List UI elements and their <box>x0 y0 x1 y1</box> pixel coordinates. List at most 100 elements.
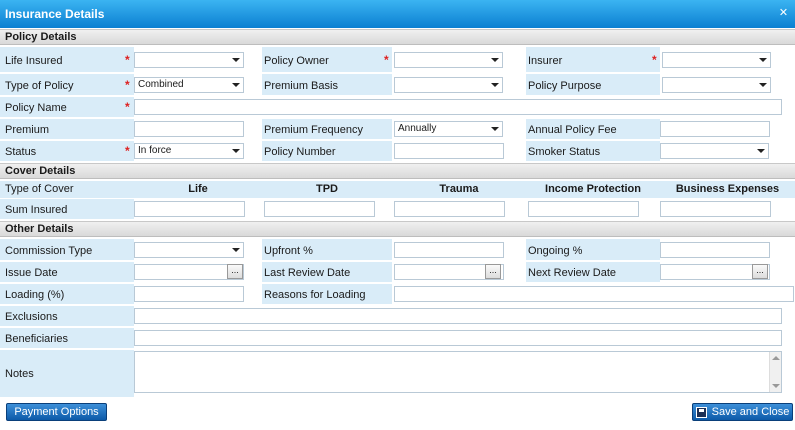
row-exclusions: Exclusions <box>0 306 795 327</box>
sum-insured-business-expenses-input[interactable] <box>660 201 771 217</box>
label-policy-owner: Policy Owner <box>264 55 329 67</box>
chevron-down-icon <box>232 149 240 153</box>
dialog-title: Insurance Details <box>5 7 105 21</box>
label-premium-basis: Premium Basis <box>264 80 338 92</box>
section-other-details: Other Details <box>0 221 795 237</box>
label-policy-name: Policy Name <box>5 102 67 114</box>
row-beneficiaries: Beneficiaries <box>0 328 795 349</box>
section-cover-details: Cover Details <box>0 163 795 179</box>
row-premium: Premium Premium Frequency Annually Annua… <box>0 119 795 140</box>
chevron-down-icon <box>232 248 240 252</box>
beneficiaries-input[interactable] <box>134 330 782 346</box>
policy-name-input[interactable] <box>134 99 782 115</box>
type-of-policy-select[interactable]: Combined <box>134 77 244 93</box>
close-icon[interactable]: ✕ <box>778 8 789 19</box>
label-status: Status <box>5 146 37 158</box>
policy-owner-select[interactable] <box>394 52 503 68</box>
smoker-status-select[interactable] <box>660 143 769 159</box>
row-sum-insured: Sum Insured <box>0 199 795 220</box>
chevron-down-icon <box>491 127 499 131</box>
label-smoker-status: Smoker Status <box>528 146 601 158</box>
dialog-titlebar: Insurance Details ✕ <box>0 0 795 28</box>
policy-number-input[interactable] <box>394 143 504 159</box>
reasons-for-loading-input[interactable] <box>394 286 794 302</box>
row-commission: Commission Type Upfront % Ongoing % <box>0 239 795 261</box>
row-status: Status * In force Policy Number Smoker S… <box>0 141 795 162</box>
label-ongoing: Ongoing % <box>528 245 583 257</box>
label-commission-type: Commission Type <box>5 245 93 257</box>
chevron-down-icon <box>757 149 765 153</box>
chevron-down-icon <box>491 58 499 62</box>
label-premium-frequency: Premium Frequency <box>264 124 364 136</box>
loading-input[interactable] <box>134 286 244 302</box>
required-marker: * <box>652 53 657 67</box>
sum-insured-tpd-input[interactable] <box>264 201 375 217</box>
label-last-review-date: Last Review Date <box>264 267 351 279</box>
label-sum-insured: Sum Insured <box>5 204 68 216</box>
life-insured-select[interactable] <box>134 52 244 68</box>
chevron-down-icon <box>759 83 767 87</box>
cover-col-income-protection: Income Protection <box>545 183 641 195</box>
row-loading: Loading (%) Reasons for Loading <box>0 284 795 305</box>
save-and-close-button[interactable]: Save and Close <box>692 403 793 421</box>
insurer-select[interactable] <box>662 52 771 68</box>
cover-col-business-expenses: Business Expenses <box>675 183 780 195</box>
chevron-down-icon <box>491 83 499 87</box>
row-cover-header: Type of Cover Life TPD Trauma Income Pro… <box>0 181 795 198</box>
scroll-down-icon[interactable] <box>772 384 780 388</box>
chevron-down-icon <box>232 58 240 62</box>
label-type-of-policy: Type of Policy <box>5 80 74 92</box>
notes-textarea[interactable] <box>134 351 782 393</box>
next-review-date-picker-button[interactable]: ... <box>752 264 768 279</box>
label-insurer: Insurer <box>528 55 563 67</box>
row-life-insured: Life Insured * Policy Owner * Insurer * <box>0 47 795 73</box>
label-life-insured: Life Insured <box>5 55 63 67</box>
row-policy-name: Policy Name * <box>0 97 795 118</box>
cover-col-life: Life <box>188 183 208 195</box>
label-exclusions: Exclusions <box>5 311 58 323</box>
cover-col-trauma: Trauma <box>439 183 479 195</box>
commission-type-select[interactable] <box>134 242 244 258</box>
last-review-date-picker-button[interactable]: ... <box>485 264 501 279</box>
required-marker: * <box>125 144 130 158</box>
notes-scrollbar[interactable] <box>769 352 781 392</box>
row-dates: Issue Date ... Last Review Date ... Next… <box>0 262 795 283</box>
row-notes: Notes <box>0 350 795 398</box>
label-beneficiaries: Beneficiaries <box>5 333 68 345</box>
sum-insured-income-protection-input[interactable] <box>528 201 639 217</box>
section-policy-details: Policy Details <box>0 29 795 45</box>
exclusions-input[interactable] <box>134 308 782 324</box>
required-marker: * <box>384 53 389 67</box>
issue-date-picker-button[interactable]: ... <box>227 264 243 279</box>
sum-insured-trauma-input[interactable] <box>394 201 505 217</box>
premium-input[interactable] <box>134 121 244 137</box>
annual-policy-fee-input[interactable] <box>660 121 770 137</box>
label-issue-date: Issue Date <box>5 267 58 279</box>
label-policy-purpose: Policy Purpose <box>528 80 602 92</box>
ongoing-input[interactable] <box>660 242 770 258</box>
dialog-footer: Payment Options Save and Close <box>0 399 795 430</box>
required-marker: * <box>125 100 130 114</box>
scroll-up-icon[interactable] <box>772 356 780 360</box>
label-next-review-date: Next Review Date <box>528 267 617 279</box>
label-reasons-for-loading: Reasons for Loading <box>264 289 366 301</box>
label-upfront: Upfront % <box>264 245 313 257</box>
premium-basis-select[interactable] <box>394 77 503 93</box>
premium-frequency-select[interactable]: Annually <box>394 121 503 137</box>
policy-purpose-select[interactable] <box>662 77 771 93</box>
row-type-of-policy: Type of Policy * Combined Premium Basis … <box>0 74 795 96</box>
label-notes: Notes <box>5 368 34 380</box>
label-type-of-cover: Type of Cover <box>5 183 74 195</box>
save-disk-icon <box>695 406 707 418</box>
payment-options-button[interactable]: Payment Options <box>6 403 107 421</box>
upfront-input[interactable] <box>394 242 504 258</box>
label-policy-number: Policy Number <box>264 146 336 158</box>
chevron-down-icon <box>759 58 767 62</box>
status-select[interactable]: In force <box>134 143 244 159</box>
required-marker: * <box>125 53 130 67</box>
cover-col-tpd: TPD <box>316 183 338 195</box>
label-annual-policy-fee: Annual Policy Fee <box>528 124 617 136</box>
chevron-down-icon <box>232 83 240 87</box>
label-loading: Loading (%) <box>5 289 65 301</box>
sum-insured-life-input[interactable] <box>134 201 245 217</box>
